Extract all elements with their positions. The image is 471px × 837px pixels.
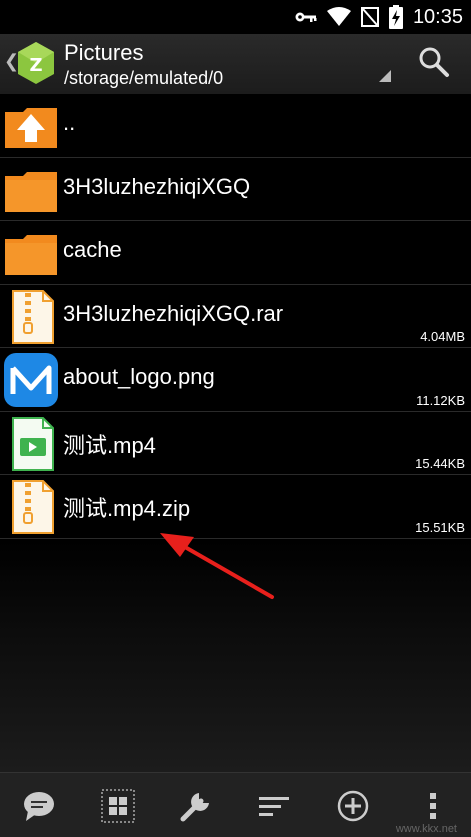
svg-text:Z: Z [29, 55, 42, 76]
path-dropdown-icon[interactable] [379, 70, 391, 82]
chat-icon[interactable] [22, 789, 56, 823]
no-sim-icon [360, 7, 379, 27]
folder-icon [5, 235, 57, 275]
archive-icon [12, 480, 54, 534]
list-item[interactable]: cache [0, 221, 471, 285]
video-icon [12, 416, 54, 471]
file-size: 4.04MB [420, 329, 465, 344]
bottom-toolbar: www.kkx.net [0, 772, 471, 837]
file-name: 3H3luzhezhiqiXGQ [63, 173, 251, 199]
file-name: 3H3luzhezhiqiXGQ.rar [63, 300, 284, 326]
file-name: 测试.mp4.zip [63, 496, 191, 521]
list-item[interactable]: 测试.mp4 15.44KB [0, 412, 471, 475]
more-icon[interactable] [416, 789, 450, 823]
watermark: www.kkx.net [395, 823, 457, 835]
file-name: about_logo.png [63, 364, 215, 389]
tools-icon[interactable] [179, 789, 213, 823]
file-list: .. 3H3luzhezhiqiXGQ cache 3H3luzhezhiqiX… [0, 94, 471, 540]
status-time: 10:35 [412, 5, 463, 28]
sort-icon[interactable] [257, 789, 291, 823]
current-path[interactable]: /storage/emulated/0 [64, 68, 223, 89]
grid-view-icon[interactable] [101, 789, 135, 823]
image-app-icon [4, 353, 58, 407]
folder-up-icon [5, 108, 57, 148]
annotation-arrow-icon [160, 533, 274, 599]
status-bar: 10:35 [0, 0, 471, 34]
list-item[interactable]: about_logo.png 11.12KB [0, 348, 471, 412]
page-title[interactable]: Pictures [64, 40, 143, 66]
list-item[interactable]: .. [0, 94, 471, 158]
archive-icon [12, 289, 54, 344]
file-size: 15.44KB [415, 456, 465, 471]
key-icon [295, 12, 317, 22]
list-item[interactable]: 3H3luzhezhiqiXGQ.rar 4.04MB [0, 285, 471, 348]
battery-charging-icon [388, 5, 403, 29]
folder-icon [5, 171, 57, 212]
zarchiver-logo-icon[interactable]: Z [16, 41, 56, 85]
search-icon[interactable] [418, 46, 450, 78]
list-item[interactable]: 3H3luzhezhiqiXGQ [0, 158, 471, 221]
add-icon[interactable] [336, 789, 370, 823]
file-name: 测试.mp4 [63, 432, 156, 458]
file-name: cache [63, 237, 122, 262]
file-size: 15.51KB [415, 519, 465, 535]
file-size: 11.12KB [416, 392, 465, 408]
file-name: .. [63, 110, 76, 135]
action-bar: ❮ Z Pictures /storage/emulated/0 [0, 34, 471, 94]
wifi-icon [326, 7, 351, 26]
